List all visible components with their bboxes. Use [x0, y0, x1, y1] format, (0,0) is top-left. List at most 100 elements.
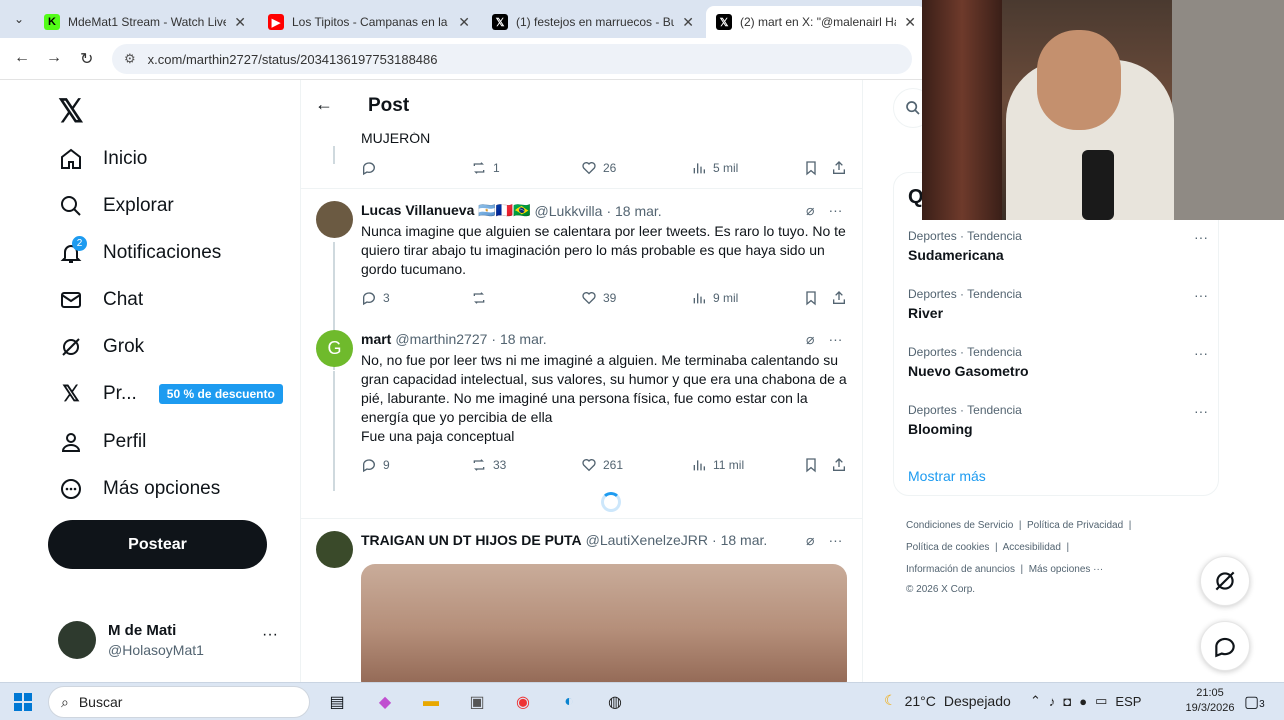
network-icon[interactable]: ▭: [1095, 693, 1107, 709]
tweet-date[interactable]: · 18 mar.: [712, 532, 767, 548]
browser-tab-kick[interactable]: K MdeMat1 Stream - Watch Live ✕: [34, 6, 256, 38]
tweet-author-name[interactable]: TRAIGAN UN DT HIJOS DE PUTA: [361, 532, 582, 548]
taskbar-search[interactable]: ⌕ Buscar: [48, 686, 310, 718]
reply-button[interactable]: 3: [361, 290, 390, 306]
obs-icon[interactable]: ◍: [600, 688, 630, 716]
x-logo-icon[interactable]: 𝕏: [58, 92, 84, 130]
bookmark-icon[interactable]: [803, 160, 819, 176]
bookmark-icon[interactable]: [803, 290, 819, 306]
chevron-up-icon[interactable]: ⌃: [1030, 693, 1041, 709]
account-switcher[interactable]: M de Mati @HolasoyMat1 ···: [58, 618, 288, 664]
more-dots-icon[interactable]: ···: [828, 202, 842, 219]
browser-tab-youtube[interactable]: ▶ Los Tipitos - Campanas en la no ✕: [258, 6, 480, 38]
bookmark-icon[interactable]: [803, 457, 819, 473]
trend-item[interactable]: Deportes · Tendencia Sudamericana ···: [908, 229, 1208, 263]
show-more-link[interactable]: Mostrar más: [908, 468, 986, 484]
like-button[interactable]: 261: [581, 457, 623, 473]
reply-button[interactable]: [361, 160, 383, 176]
messages-fab-button[interactable]: [1200, 621, 1250, 671]
tweet-media-image[interactable]: [361, 564, 847, 682]
sidebar-item-perfil[interactable]: Perfil: [58, 422, 146, 462]
more-dots-icon[interactable]: ···: [262, 626, 278, 644]
more-dots-icon[interactable]: ···: [1194, 287, 1208, 303]
grok-icon[interactable]: ⌀: [806, 202, 814, 219]
retweet-button[interactable]: [471, 290, 493, 306]
sidebar-item-premium[interactable]: 𝕏 Pr... 50 % de descuento: [58, 374, 283, 414]
sidebar-item-grok[interactable]: Grok: [58, 327, 144, 367]
task-view-icon[interactable]: ▤: [322, 688, 352, 716]
clock[interactable]: 21:05 19/3/2026: [1180, 686, 1240, 716]
views-button[interactable]: 9 mil: [691, 290, 738, 306]
trend-item[interactable]: Deportes · Tendencia River ···: [908, 287, 1208, 321]
weather-widget[interactable]: ☾ 21°C Despejado: [884, 692, 1011, 709]
tweet-author-handle[interactable]: @marthin2727: [395, 331, 487, 347]
tweet-author-handle[interactable]: @Lukkvilla: [535, 203, 603, 219]
browser-tab-x-post[interactable]: 𝕏 (2) mart en X: "@malenairl Hac ✕: [706, 6, 926, 38]
windows-start-icon[interactable]: [8, 688, 38, 716]
avatar[interactable]: [316, 531, 353, 568]
tweet-author-name[interactable]: Lucas Villanueva 🇦🇷🇫🇷🇧🇷: [361, 202, 531, 219]
footer-link[interactable]: Información de anuncios: [906, 564, 1015, 575]
camera-icon[interactable]: ◘: [1063, 694, 1071, 709]
tab-search-dropdown-icon[interactable]: ⌄: [8, 8, 30, 30]
edge-icon[interactable]: ◐: [554, 688, 584, 716]
retweet-button[interactable]: 33: [471, 457, 506, 473]
tab-close-icon[interactable]: ✕: [904, 14, 916, 31]
more-dots-icon[interactable]: ···: [828, 532, 842, 549]
tab-close-icon[interactable]: ✕: [458, 14, 470, 31]
post-button[interactable]: Postear: [48, 520, 267, 569]
trend-item[interactable]: Deportes · Tendencia Blooming ···: [908, 403, 1208, 437]
grok-icon[interactable]: ⌀: [806, 532, 814, 549]
more-dots-icon[interactable]: ···: [1194, 345, 1208, 361]
sidebar-item-notificaciones[interactable]: 2 Notificaciones: [58, 233, 221, 273]
copilot-icon[interactable]: ◆: [370, 688, 400, 716]
sidebar-item-inicio[interactable]: Inicio: [58, 139, 147, 179]
chrome-icon[interactable]: ◉: [508, 688, 538, 716]
share-icon[interactable]: [831, 457, 847, 473]
sidebar-item-chat[interactable]: Chat: [58, 280, 143, 320]
url-field[interactable]: ⚙ x.com/marthin2727/status/2034136197753…: [112, 44, 912, 74]
avatar[interactable]: [316, 201, 353, 238]
site-settings-icon[interactable]: ⚙: [124, 51, 136, 67]
grok-fab-button[interactable]: [1200, 556, 1250, 606]
back-arrow-icon[interactable]: ←: [14, 49, 30, 67]
footer-link[interactable]: Política de cookies: [906, 542, 989, 553]
trend-item[interactable]: Deportes · Tendencia Nuevo Gasometro ···: [908, 345, 1208, 379]
back-arrow-icon[interactable]: ←: [315, 94, 333, 115]
more-dots-icon[interactable]: ···: [1194, 403, 1208, 419]
tab-close-icon[interactable]: ✕: [234, 14, 246, 31]
volume-icon[interactable]: ♪: [1049, 694, 1056, 709]
footer-link[interactable]: Accesibilidad: [1003, 542, 1061, 553]
tweet-author-handle[interactable]: @LautiXenelzeJRR: [586, 532, 708, 548]
like-button[interactable]: 26: [581, 160, 616, 176]
file-explorer-icon[interactable]: ▬: [416, 688, 446, 716]
microphone-icon[interactable]: ●: [1079, 694, 1087, 709]
tweet-date[interactable]: · 18 mar.: [491, 331, 546, 347]
grok-icon[interactable]: ⌀: [806, 331, 814, 348]
like-button[interactable]: 39: [581, 290, 616, 306]
tab-close-icon[interactable]: ✕: [682, 14, 694, 31]
sidebar-item-mas-opciones[interactable]: Más opciones: [58, 469, 220, 509]
browser-tab-x-search[interactable]: 𝕏 (1) festejos en marruecos - Bus ✕: [482, 6, 704, 38]
notification-center-icon[interactable]: ▢3: [1244, 692, 1265, 712]
reload-icon[interactable]: ↻: [80, 49, 93, 69]
tweet-date[interactable]: · 18 mar.: [606, 203, 661, 219]
webcam-overlay: [922, 0, 1284, 220]
language-indicator[interactable]: ESP: [1115, 694, 1141, 709]
reply-button[interactable]: 9: [361, 457, 390, 473]
more-dots-icon[interactable]: ···: [1194, 229, 1208, 245]
footer-link[interactable]: Más opciones ···: [1029, 564, 1103, 575]
forward-arrow-icon[interactable]: →: [46, 49, 62, 67]
share-icon[interactable]: [831, 290, 847, 306]
avatar[interactable]: G: [316, 330, 353, 367]
footer-link[interactable]: Política de Privacidad: [1027, 520, 1123, 531]
views-button[interactable]: 5 mil: [691, 160, 738, 176]
app-icon[interactable]: ▣: [462, 688, 492, 716]
sidebar-item-explorar[interactable]: Explorar: [58, 186, 174, 226]
retweet-button[interactable]: 1: [471, 160, 500, 176]
more-dots-icon[interactable]: ···: [828, 331, 842, 348]
share-icon[interactable]: [831, 160, 847, 176]
footer-link[interactable]: Condiciones de Servicio: [906, 520, 1013, 531]
views-button[interactable]: 11 mil: [691, 457, 744, 473]
tweet-author-name[interactable]: mart: [361, 331, 391, 347]
